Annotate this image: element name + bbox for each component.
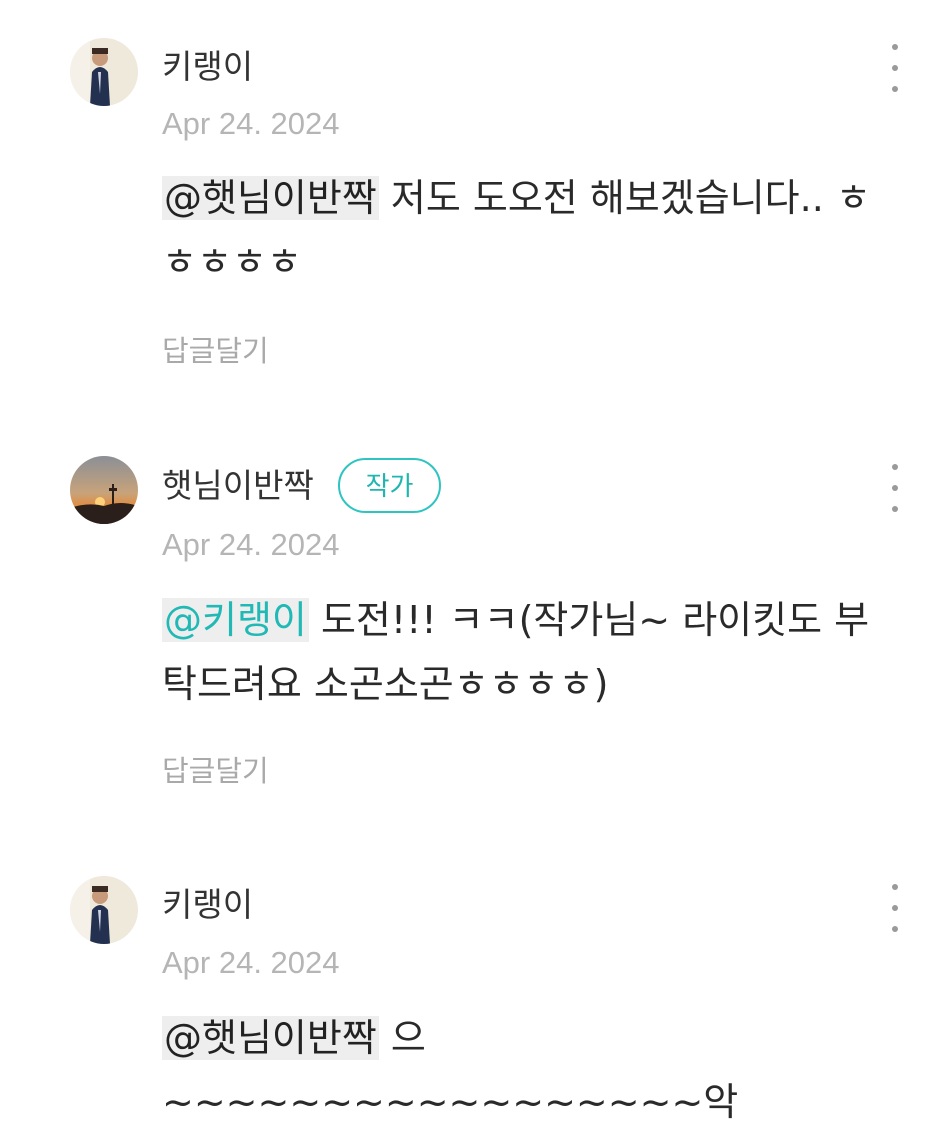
- comment-author[interactable]: 키랭이: [162, 885, 253, 925]
- comment-body: @키랭이 도전!!! ㅋㅋ(작가님~ 라이킷도 부탁드려요 소곤소곤ㅎㅎㅎㅎ): [162, 588, 902, 716]
- avatar-image: [70, 456, 138, 524]
- reply-button[interactable]: 답글달기: [162, 753, 269, 789]
- comment-body: @햇님이반짝 으~~~~~~~~~~~~~~~~~악: [162, 1006, 902, 1134]
- mention-link[interactable]: @햇님이반짝: [162, 1016, 379, 1060]
- comment-body: @햇님이반짝 저도 도오전 해보겠습니다.. ㅎㅎㅎㅎㅎ: [162, 166, 902, 294]
- comment-date: Apr 24. 2024: [162, 106, 340, 141]
- mention-link[interactable]: @햇님이반짝: [162, 176, 379, 220]
- comment-author[interactable]: 키랭이: [162, 47, 253, 87]
- avatar[interactable]: [70, 38, 138, 106]
- more-options-button[interactable]: [880, 460, 910, 520]
- reply-button[interactable]: 답글달기: [162, 333, 269, 369]
- avatar-image: [70, 876, 138, 944]
- author-badge: 작가: [338, 458, 441, 513]
- comment-date: Apr 24. 2024: [162, 945, 340, 980]
- comment-date: Apr 24. 2024: [162, 527, 340, 562]
- comment-author[interactable]: 햇님이반짝: [162, 466, 314, 506]
- more-options-button[interactable]: [880, 40, 910, 100]
- avatar-image: [70, 38, 138, 106]
- avatar[interactable]: [70, 456, 138, 524]
- mention-link[interactable]: @키랭이: [162, 598, 309, 642]
- avatar[interactable]: [70, 876, 138, 944]
- more-options-button[interactable]: [880, 880, 910, 940]
